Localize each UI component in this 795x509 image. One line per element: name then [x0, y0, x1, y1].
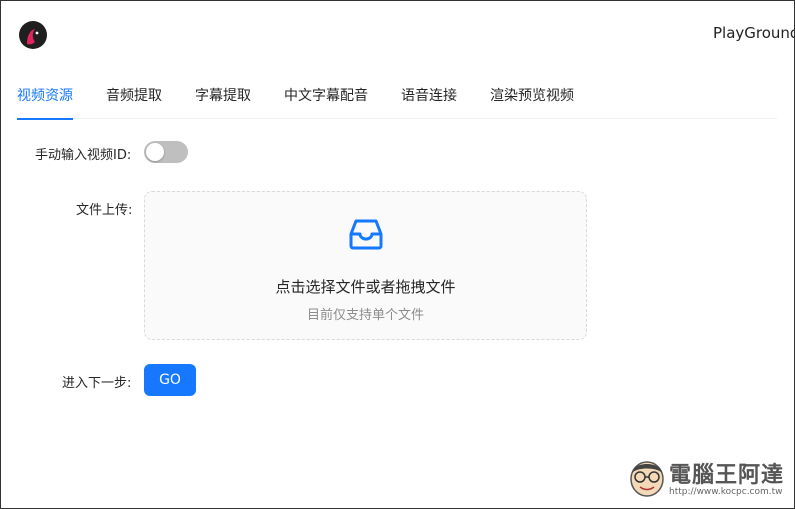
tab-bar: 视频资源 音频提取 字幕提取 中文字幕配音 语音连接 渲染预览视频: [17, 75, 777, 120]
tab-audio-extract[interactable]: 音频提取: [106, 75, 162, 119]
tab-chinese-dubbing[interactable]: 中文字幕配音: [284, 75, 368, 119]
tab-subtitle-extract[interactable]: 字幕提取: [195, 75, 251, 119]
tab-voice-connect[interactable]: 语音连接: [401, 75, 457, 119]
watermark-title: 電腦王阿達: [669, 463, 785, 488]
logo[interactable]: [17, 18, 49, 50]
go-button[interactable]: GO: [144, 364, 196, 396]
manual-id-label: 手动输入视频ID:: [35, 148, 132, 163]
upload-label: 文件上传:: [76, 203, 133, 218]
inbox-icon: [349, 219, 383, 250]
toggle-knob: [146, 143, 164, 161]
header: PlayGround: [1, 1, 794, 65]
upload-hint: 目前仅支持单个文件: [306, 308, 424, 323]
watermark: 電腦王阿達 http://www.kocpc.com.tw: [627, 455, 787, 501]
app-window: PlayGround 视频资源 音频提取 字幕提取 中文字幕配音 语音连接 渲染…: [0, 0, 795, 509]
tab-render-preview[interactable]: 渲染预览视频: [490, 75, 574, 119]
manual-id-toggle[interactable]: [144, 141, 188, 163]
logo-icon: [19, 21, 47, 49]
file-upload-dropzone[interactable]: 点击选择文件或者拖拽文件 目前仅支持单个文件: [144, 191, 587, 340]
app-title: PlayGround: [713, 24, 795, 42]
watermark-url: http://www.kocpc.com.tw: [669, 487, 783, 497]
upload-instruction: 点击选择文件或者拖拽文件: [275, 278, 456, 296]
tab-video-resource[interactable]: 视频资源: [17, 75, 73, 120]
mascot-face-icon: [630, 461, 664, 497]
next-step-label: 进入下一步:: [62, 376, 132, 391]
